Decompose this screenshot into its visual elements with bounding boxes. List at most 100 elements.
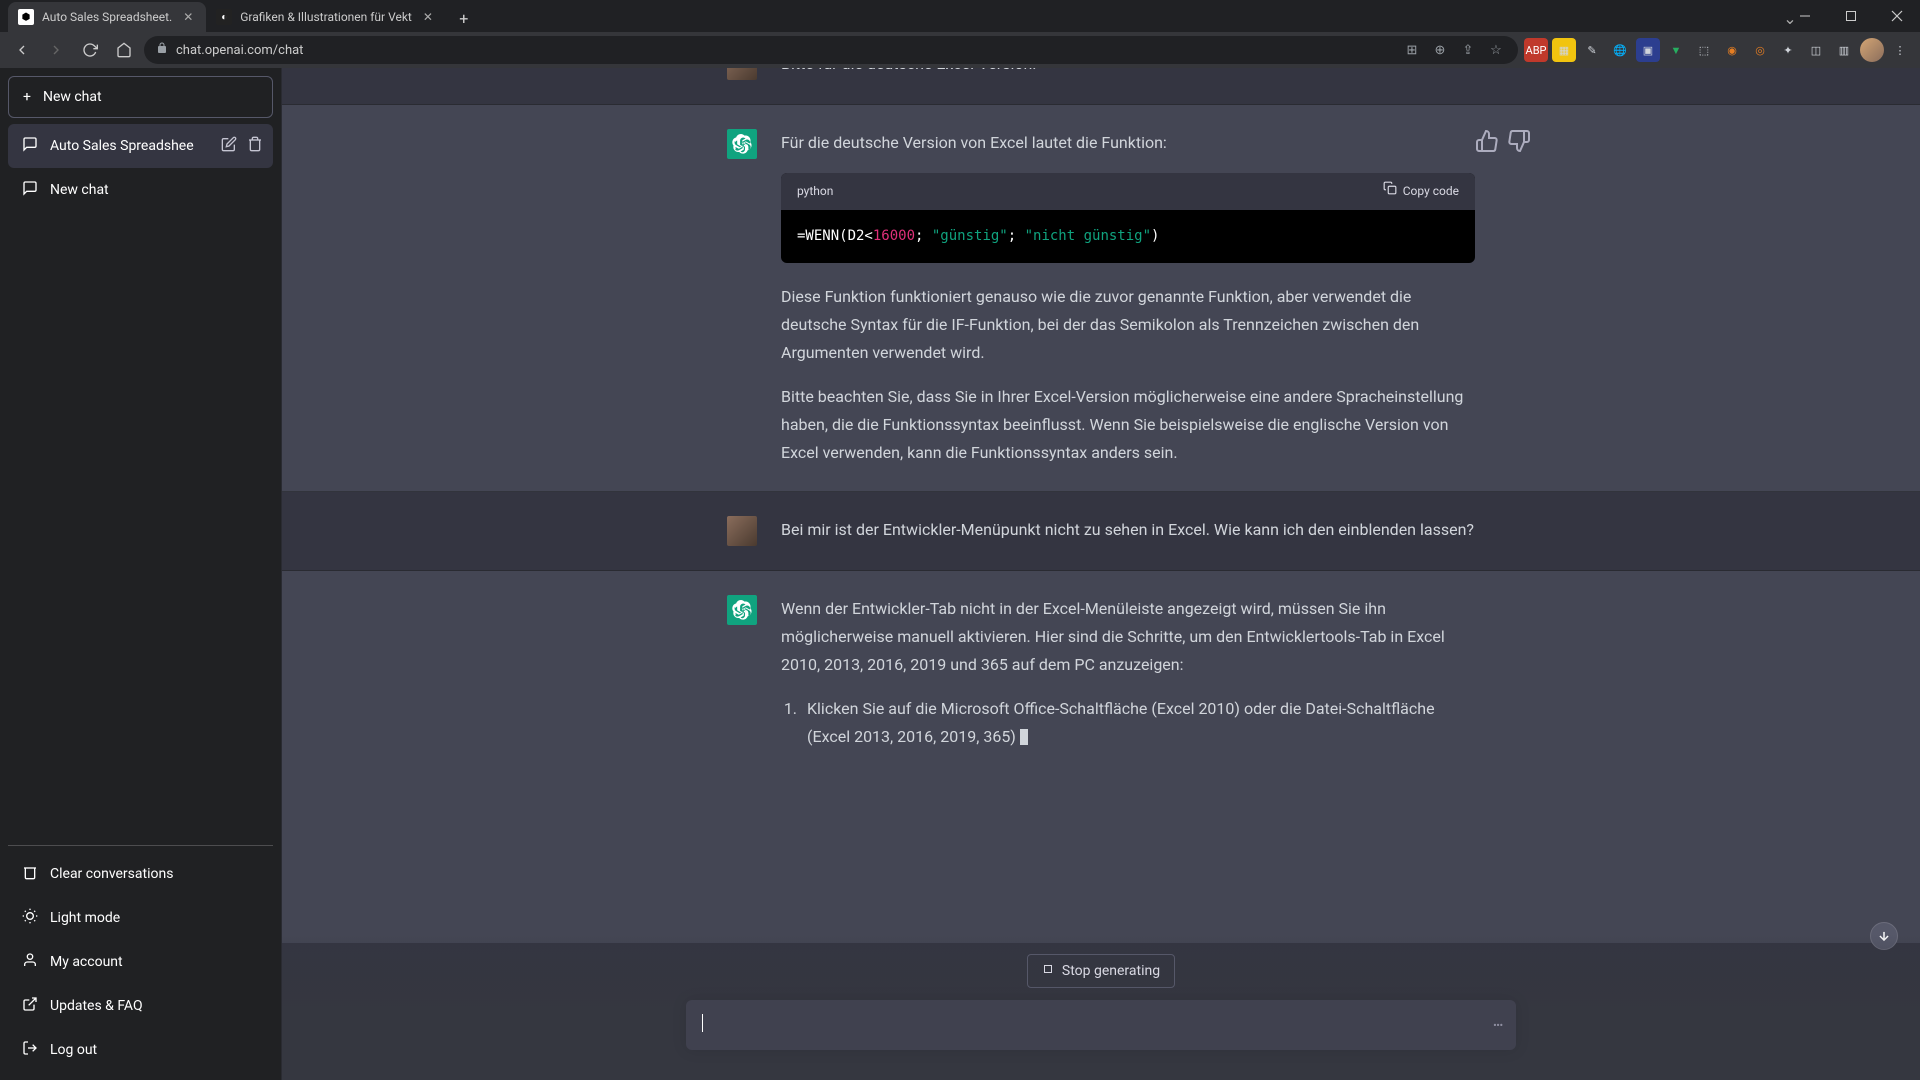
window-minimize[interactable]: [1782, 0, 1828, 32]
message-row: Für die deutsche Version von Excel laute…: [282, 105, 1920, 492]
clear-conversations-button[interactable]: Clear conversations: [8, 852, 273, 896]
message-row: Wenn der Entwickler-Tab nicht in der Exc…: [282, 571, 1920, 943]
share-icon[interactable]: ⇪: [1458, 40, 1478, 60]
light-mode-button[interactable]: Light mode: [8, 896, 273, 940]
stop-generating-button[interactable]: Stop generating: [1027, 954, 1175, 988]
extension-icon[interactable]: 🌐: [1608, 38, 1632, 62]
tab-favicon-icon: ◐: [216, 9, 232, 25]
window-close[interactable]: [1874, 0, 1920, 32]
message-text: Für die deutsche Version von Excel laute…: [781, 129, 1475, 157]
stop-generating-label: Stop generating: [1062, 963, 1160, 979]
browser-tab-bar: ⬢ Auto Sales Spreadsheet. ✕ ◐ Grafiken &…: [0, 0, 1920, 32]
nav-reload-button[interactable]: [76, 36, 104, 64]
message-content: Wenn der Entwickler-Tab nicht in der Exc…: [781, 595, 1475, 759]
messages-list[interactable]: Bitte für die deutsche Excel-Version. Fü…: [282, 68, 1920, 1080]
extension-icon[interactable]: ▼: [1664, 38, 1688, 62]
side-panel2-icon[interactable]: ▥: [1832, 38, 1856, 62]
input-caret-icon: [702, 1014, 703, 1032]
browser-tab[interactable]: ◐ Grafiken & Illustrationen für Vekt ✕: [206, 2, 446, 32]
message-text: Bitte beachten Sie, dass Sie in Ihrer Ex…: [781, 383, 1475, 467]
logout-label: Log out: [50, 1042, 97, 1058]
plus-icon: +: [23, 89, 31, 105]
list-item: Klicken Sie auf die Microsoft Office-Sch…: [801, 695, 1475, 751]
input-area: Stop generating ···: [282, 934, 1920, 1080]
tab-close-icon[interactable]: ✕: [180, 9, 196, 25]
message-input[interactable]: [702, 1014, 1468, 1036]
user-avatar: [727, 68, 757, 80]
code-language: python: [797, 181, 833, 202]
zoom-icon[interactable]: ⊕: [1430, 40, 1450, 60]
profile-avatar[interactable]: [1860, 38, 1884, 62]
side-panel-icon[interactable]: ◫: [1804, 38, 1828, 62]
user-avatar: [727, 516, 757, 546]
light-mode-label: Light mode: [50, 910, 120, 926]
lock-icon: [156, 42, 168, 58]
sun-icon: [22, 908, 38, 928]
sidebar: + New chat Auto Sales Spreadshee New cha…: [0, 68, 282, 1080]
chat-main: Bitte für die deutsche Excel-Version. Fü…: [282, 68, 1920, 1080]
new-chat-label: New chat: [43, 89, 102, 105]
code-content[interactable]: =WENN(D2<16000; "günstig"; "nicht günsti…: [781, 210, 1475, 263]
message-text: Wenn der Entwickler-Tab nicht in der Exc…: [781, 595, 1475, 679]
extension-icon[interactable]: ▣: [1636, 38, 1660, 62]
code-block: python Copy code =WENN(D2<16000; "günsti…: [781, 173, 1475, 263]
message-row: Bei mir ist der Entwickler-Menüpunkt nic…: [282, 492, 1920, 571]
trash-icon: [22, 864, 38, 884]
assistant-avatar: [727, 129, 757, 159]
tab-title: Auto Sales Spreadsheet.: [42, 10, 172, 24]
updates-label: Updates & FAQ: [50, 998, 143, 1014]
my-account-button[interactable]: My account: [8, 940, 273, 984]
copy-code-label: Copy code: [1403, 181, 1459, 202]
url-text: chat.openai.com/chat: [176, 43, 1394, 58]
extension-icon[interactable]: ABP: [1524, 38, 1548, 62]
delete-icon[interactable]: [247, 136, 263, 156]
message-content: Für die deutsche Version von Excel laute…: [781, 129, 1475, 467]
conversation-item[interactable]: New chat: [8, 168, 273, 212]
new-chat-button[interactable]: + New chat: [8, 76, 273, 118]
tab-title: Grafiken & Illustrationen für Vekt: [240, 10, 412, 24]
chat-icon: [22, 136, 38, 156]
message-row: Bitte für die deutsche Excel-Version.: [282, 68, 1920, 105]
chat-icon: [22, 180, 38, 200]
browser-tab[interactable]: ⬢ Auto Sales Spreadsheet. ✕: [8, 2, 206, 32]
extension-icon[interactable]: ▦: [1552, 38, 1576, 62]
bookmark-icon[interactable]: ☆: [1486, 40, 1506, 60]
message-text: Bei mir ist der Entwickler-Menüpunkt nic…: [781, 516, 1475, 546]
extension-icon[interactable]: ◎: [1748, 38, 1772, 62]
tab-favicon-icon: ⬢: [18, 9, 34, 25]
streaming-cursor-icon: [1020, 729, 1028, 745]
tab-close-icon[interactable]: ✕: [420, 9, 436, 25]
extension-icon[interactable]: ◉: [1720, 38, 1744, 62]
logout-icon: [22, 1040, 38, 1060]
extensions-menu-icon[interactable]: ✦: [1776, 38, 1800, 62]
extension-icons: ABP ▦ ✎ 🌐 ▣ ▼ ⬚ ◉ ◎ ✦ ◫ ▥ ⋮: [1524, 38, 1912, 62]
updates-faq-button[interactable]: Updates & FAQ: [8, 984, 273, 1028]
assistant-avatar: [727, 595, 757, 625]
edit-icon[interactable]: [221, 136, 237, 156]
url-bar[interactable]: chat.openai.com/chat ⊞ ⊕ ⇪ ☆: [144, 36, 1518, 64]
nav-forward-button[interactable]: [42, 36, 70, 64]
external-link-icon: [22, 996, 38, 1016]
message-input-container: ···: [686, 1000, 1516, 1050]
extension-icon[interactable]: ⬚: [1692, 38, 1716, 62]
conversation-item[interactable]: Auto Sales Spreadshee: [8, 124, 273, 168]
stop-icon: [1042, 963, 1054, 979]
copy-code-button[interactable]: Copy code: [1383, 181, 1459, 202]
nav-home-button[interactable]: [110, 36, 138, 64]
translate-icon[interactable]: ⊞: [1402, 40, 1422, 60]
new-tab-button[interactable]: +: [450, 4, 478, 32]
clear-label: Clear conversations: [50, 866, 173, 882]
browser-nav-bar: chat.openai.com/chat ⊞ ⊕ ⇪ ☆ ABP ▦ ✎ 🌐 ▣…: [0, 32, 1920, 68]
thumbs-up-button[interactable]: [1475, 129, 1499, 153]
message-text: Diese Funktion funktioniert genauso wie …: [781, 283, 1475, 367]
clipboard-icon: [1383, 181, 1397, 202]
window-maximize[interactable]: [1828, 0, 1874, 32]
send-button[interactable]: ···: [1492, 1013, 1502, 1037]
thumbs-down-button[interactable]: [1507, 129, 1531, 153]
account-label: My account: [50, 954, 123, 970]
nav-back-button[interactable]: [8, 36, 36, 64]
conversation-title: Auto Sales Spreadshee: [50, 138, 194, 154]
browser-menu-icon[interactable]: ⋮: [1888, 38, 1912, 62]
logout-button[interactable]: Log out: [8, 1028, 273, 1072]
extension-icon[interactable]: ✎: [1580, 38, 1604, 62]
